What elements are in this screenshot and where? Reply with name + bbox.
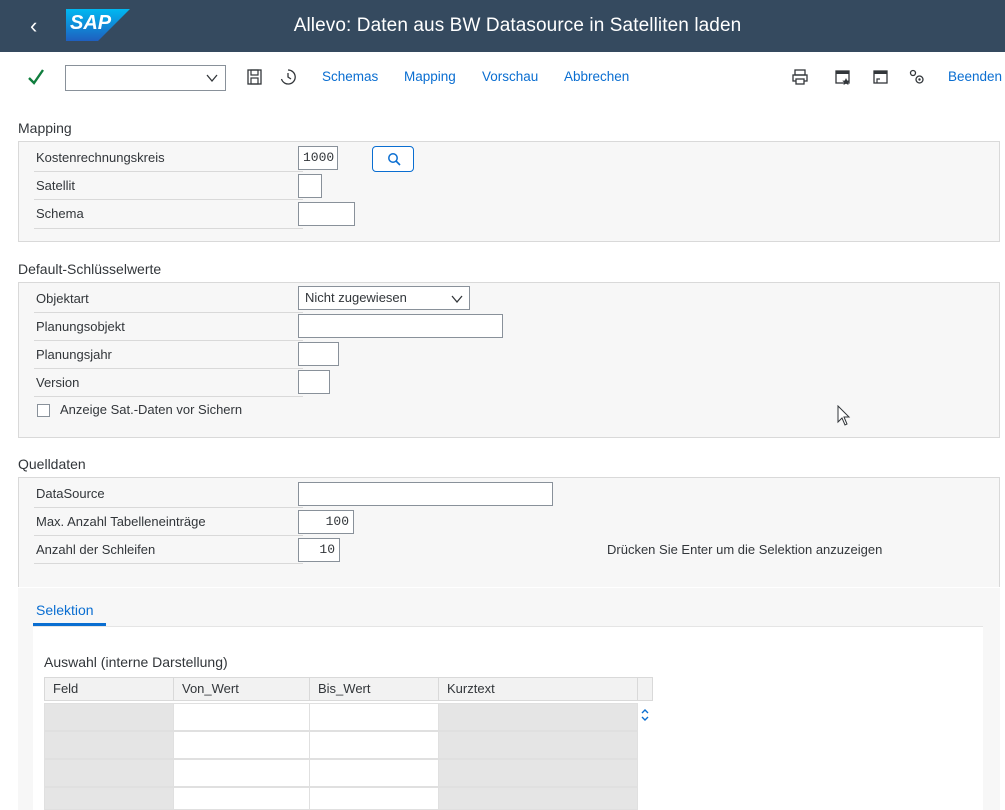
cell-bis-wert[interactable] [309,731,439,759]
search-icon [388,153,401,166]
datasource-input[interactable] [298,482,553,506]
history-icon[interactable] [279,68,297,86]
label-planungsobjekt: Planungsobjekt [36,319,125,334]
mapping-button[interactable]: Mapping [404,69,456,84]
new-session-icon[interactable] [834,68,852,86]
column-header-bis-wert[interactable]: Bis_Wert [309,677,439,701]
cell-von-wert[interactable] [173,731,310,759]
version-input[interactable] [298,370,330,394]
anzeige-sat-daten-label: Anzeige Sat.-Daten vor Sichern [60,402,243,417]
mapping-panel [18,141,1000,242]
satellit-input[interactable] [298,174,322,198]
tab-selektion[interactable]: Selektion [36,602,94,618]
cell-von-wert[interactable] [173,787,310,810]
label-planungsjahr: Planungsjahr [36,347,112,362]
cell-kurztext [438,787,638,810]
abbrechen-button[interactable]: Abbrechen [564,69,629,84]
cell-feld [44,759,174,787]
vorschau-button[interactable]: Vorschau [482,69,538,84]
objektart-select[interactable]: Nicht zugewiesen [298,286,470,310]
anzahl-schleifen-input[interactable]: 10 [298,538,340,562]
cell-kurztext [438,759,638,787]
cell-von-wert[interactable] [173,759,310,787]
chevron-down-icon[interactable] [451,292,463,306]
label-objektart: Objektart [36,291,89,306]
mouse-cursor-icon [837,405,851,426]
label-satellit: Satellit [36,178,76,193]
print-icon[interactable] [791,68,809,86]
chevron-down-icon[interactable] [206,71,218,85]
section-title-defaults: Default-Schlüsselwerte [18,261,162,277]
checkmark-icon[interactable] [26,66,46,88]
schema-input[interactable] [298,202,355,226]
label-anzahl-schleifen: Anzahl der Schleifen [36,542,156,557]
column-header-feld[interactable]: Feld [44,677,174,701]
cell-feld [44,703,174,731]
kostenrechnungskreis-input[interactable]: 1000 [298,146,338,170]
save-icon[interactable] [246,68,264,86]
toolbar: Schemas Mapping Vorschau Abbrechen Beend… [0,52,1005,104]
cell-kurztext [438,731,638,759]
cell-bis-wert[interactable] [309,787,439,810]
page-title: Allevo: Daten aus BW Datasource in Satel… [293,15,742,36]
label-datasource: DataSource [36,486,105,501]
cell-bis-wert[interactable] [309,703,439,731]
label-schema: Schema [36,206,84,221]
command-field[interactable] [65,65,226,91]
cell-feld [44,731,174,759]
section-title-mapping: Mapping [18,120,72,136]
planungsjahr-input[interactable] [298,342,339,366]
table-title: Auswahl (interne Darstellung) [44,654,228,670]
shell-header: ‹ SAP Allevo: Daten aus BW Datasource in… [0,0,1005,52]
cell-bis-wert[interactable] [309,759,439,787]
schemas-button[interactable]: Schemas [322,69,378,84]
label-max-anzahl: Max. Anzahl Tabelleneinträge [36,514,206,529]
cell-feld [44,787,174,810]
window-icon[interactable] [871,68,889,86]
label-kostenrechnungskreis: Kostenrechnungskreis [36,150,165,165]
column-header-scroll [637,677,653,701]
cell-von-wert[interactable] [173,703,310,731]
cell-kurztext [438,703,638,731]
scroll-updown-icon[interactable] [640,707,650,723]
column-header-kurztext[interactable]: Kurztext [438,677,638,701]
search-button[interactable] [372,146,414,172]
max-anzahl-input[interactable]: 100 [298,510,354,534]
section-title-source: Quelldaten [18,456,86,472]
enter-hint: Drücken Sie Enter um die Selektion anzuz… [607,542,883,557]
objektart-value: Nicht zugewiesen [305,290,407,305]
exit-button[interactable]: Beenden [948,69,1002,84]
settings-icon[interactable] [908,68,926,86]
planungsobjekt-input[interactable] [298,314,503,338]
anzeige-sat-daten-checkbox[interactable] [37,404,50,417]
column-header-von-wert[interactable]: Von_Wert [173,677,310,701]
label-version: Version [36,375,80,390]
